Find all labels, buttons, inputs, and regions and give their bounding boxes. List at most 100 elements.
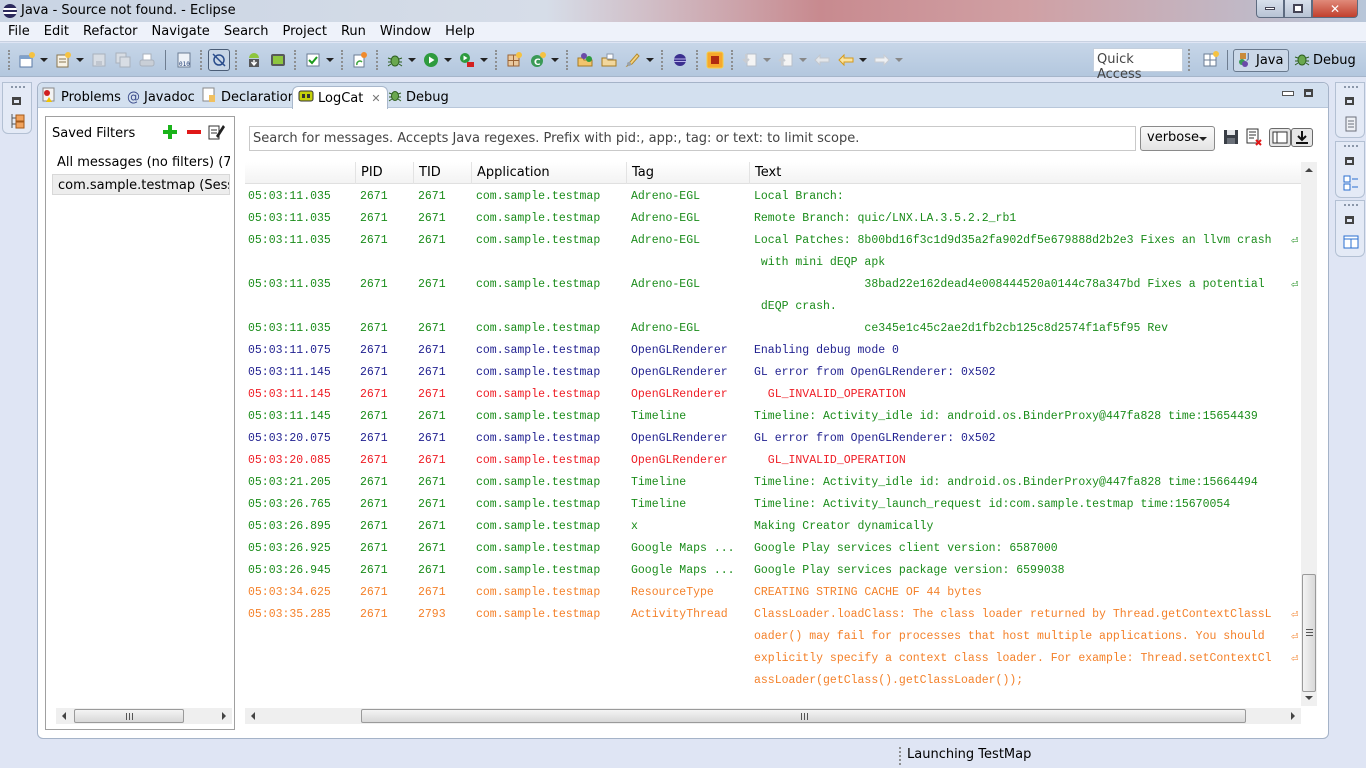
scroll-lock-icon[interactable] bbox=[1291, 128, 1313, 147]
terminate-icon[interactable] bbox=[704, 49, 726, 71]
column-tid[interactable]: TID bbox=[413, 162, 471, 184]
log-row[interactable]: 05:03:11.035 2671 2671 com.sample.testmap Ad… bbox=[245, 274, 1301, 296]
skip-breakpoints-icon[interactable] bbox=[208, 49, 230, 71]
open-type-icon[interactable] bbox=[574, 49, 596, 71]
android-avd-manager-icon[interactable] bbox=[267, 49, 289, 71]
tab-javadoc[interactable]: @ Javadoc bbox=[127, 86, 195, 108]
menu-run[interactable]: Run bbox=[334, 22, 373, 42]
log-row[interactable]: dEQP crash. bbox=[245, 296, 1301, 318]
restore-icon[interactable] bbox=[12, 97, 21, 105]
close-button[interactable]: ✕ bbox=[1312, 0, 1358, 18]
eclipse-marketplace-icon[interactable] bbox=[669, 49, 691, 71]
search-dropdown[interactable] bbox=[645, 50, 655, 70]
tab-problems[interactable]: Problems bbox=[41, 86, 121, 108]
scroll-right-arrow[interactable] bbox=[1291, 712, 1295, 720]
search-icon[interactable] bbox=[622, 49, 644, 71]
tab-declaration[interactable]: Declaration bbox=[201, 86, 296, 108]
log-search-input[interactable]: Search for messages. Accepts Java regexe… bbox=[249, 126, 1136, 151]
add-filter-icon[interactable] bbox=[163, 125, 177, 139]
menu-file[interactable]: File bbox=[0, 22, 37, 42]
clear-log-icon[interactable] bbox=[1245, 128, 1265, 148]
close-tab-icon[interactable]: ✕ bbox=[371, 92, 380, 105]
minimize-button[interactable] bbox=[1256, 0, 1284, 18]
filter-item-all-messages[interactable]: All messages (no filters) (728 bbox=[52, 152, 230, 173]
column-time[interactable] bbox=[245, 162, 355, 184]
run-dropdown[interactable] bbox=[443, 50, 453, 70]
drag-handle[interactable] bbox=[1344, 204, 1358, 206]
debug-icon[interactable] bbox=[384, 49, 406, 71]
log-row[interactable]: explicitly specify a context class loade… bbox=[245, 648, 1301, 670]
scrollbar-thumb[interactable] bbox=[361, 709, 1246, 723]
next-annotation-dropdown[interactable] bbox=[762, 50, 772, 70]
menu-help[interactable]: Help bbox=[438, 22, 482, 42]
log-row[interactable]: 05:03:11.075 2671 2671 com.sample.testmap Op… bbox=[245, 340, 1301, 362]
log-row[interactable]: 05:03:26.945 2671 2671 com.sample.testmap Go… bbox=[245, 560, 1301, 582]
log-row[interactable]: 05:03:11.145 2671 2671 com.sample.testmap Op… bbox=[245, 384, 1301, 406]
debug-perspective-button[interactable]: Debug bbox=[1294, 49, 1356, 72]
filters-horizontal-scrollbar[interactable] bbox=[56, 708, 232, 724]
log-row[interactable]: 05:03:34.625 2671 2671 com.sample.testmap Re… bbox=[245, 582, 1301, 604]
log-row[interactable]: 05:03:20.075 2671 2671 com.sample.testmap Op… bbox=[245, 428, 1301, 450]
column-application[interactable]: Application bbox=[471, 162, 626, 184]
open-perspective-icon[interactable] bbox=[1202, 50, 1222, 70]
filter-item-testmap[interactable]: com.sample.testmap (Sessio bbox=[52, 174, 230, 195]
column-pid[interactable]: PID bbox=[355, 162, 413, 184]
save-icon[interactable] bbox=[88, 49, 110, 71]
forward-icon[interactable] bbox=[871, 49, 893, 71]
log-row[interactable]: 05:03:20.085 2671 2671 com.sample.testmap Op… bbox=[245, 450, 1301, 472]
debug-dropdown[interactable] bbox=[407, 50, 417, 70]
remove-filter-icon[interactable] bbox=[187, 130, 201, 134]
previous-annotation-icon[interactable] bbox=[775, 49, 797, 71]
log-row[interactable]: with mini dEQP apk bbox=[245, 252, 1301, 274]
menu-edit[interactable]: Edit bbox=[37, 22, 76, 42]
maximize-button[interactable] bbox=[1284, 0, 1312, 18]
log-row[interactable]: 05:03:11.035 2671 2671 com.sample.testmap Ad… bbox=[245, 230, 1301, 252]
log-row[interactable]: 05:03:11.145 2671 2671 com.sample.testmap Op… bbox=[245, 362, 1301, 384]
scroll-right-arrow[interactable] bbox=[222, 712, 226, 720]
new-package-icon[interactable] bbox=[503, 49, 525, 71]
edit-filter-icon[interactable] bbox=[208, 123, 226, 141]
restore-icon[interactable] bbox=[1345, 216, 1354, 224]
scroll-left-arrow[interactable] bbox=[62, 712, 66, 720]
binary-file-icon[interactable]: 010 bbox=[173, 49, 195, 71]
forward-dropdown[interactable] bbox=[894, 50, 904, 70]
log-horizontal-scrollbar[interactable] bbox=[245, 708, 1301, 724]
drag-handle[interactable] bbox=[1344, 86, 1358, 88]
new-java-class-icon[interactable]: C bbox=[527, 49, 549, 71]
log-row[interactable]: 05:03:26.765 2671 2671 com.sample.testmap Ti… bbox=[245, 494, 1301, 516]
log-row[interactable]: oader() may fail for processes that host… bbox=[245, 626, 1301, 648]
new-wizard-dropdown[interactable] bbox=[39, 50, 49, 70]
new-android-project-icon[interactable] bbox=[349, 49, 371, 71]
lint-check-dropdown[interactable] bbox=[325, 50, 335, 70]
toggle-filters-pane-icon[interactable] bbox=[1269, 128, 1291, 147]
log-row[interactable]: 05:03:21.205 2671 2671 com.sample.testmap Ti… bbox=[245, 472, 1301, 494]
layout-view-icon[interactable] bbox=[1343, 234, 1359, 253]
hierarchy-view-icon[interactable] bbox=[10, 113, 26, 132]
previous-annotation-dropdown[interactable] bbox=[798, 50, 808, 70]
external-tools-dropdown[interactable] bbox=[479, 50, 489, 70]
log-row[interactable]: 05:03:11.145 2671 2671 com.sample.testmap Ti… bbox=[245, 406, 1301, 428]
android-sdk-manager-icon[interactable] bbox=[243, 49, 265, 71]
new-class-dropdown[interactable] bbox=[75, 50, 85, 70]
log-row[interactable]: 05:03:26.895 2671 2671 com.sample.testmap x M… bbox=[245, 516, 1301, 538]
lint-check-icon[interactable] bbox=[302, 49, 324, 71]
scroll-down-arrow[interactable] bbox=[1305, 696, 1313, 700]
log-row[interactable]: 05:03:11.035 2671 2671 com.sample.testmap Ad… bbox=[245, 318, 1301, 340]
log-row[interactable]: assLoader(getClass().getClassLoader()); bbox=[245, 670, 1301, 692]
back-icon[interactable] bbox=[835, 49, 857, 71]
log-row[interactable]: 05:03:26.925 2671 2671 com.sample.testmap Go… bbox=[245, 538, 1301, 560]
menu-project[interactable]: Project bbox=[275, 22, 333, 42]
drag-handle[interactable] bbox=[1344, 145, 1358, 147]
drag-handle[interactable] bbox=[11, 86, 25, 88]
back-dropdown[interactable] bbox=[858, 50, 868, 70]
log-row[interactable]: 05:03:35.285 2671 2793 com.sample.testmap Ac… bbox=[245, 604, 1301, 626]
scrollbar-thumb[interactable] bbox=[1302, 574, 1316, 692]
save-log-icon[interactable] bbox=[1222, 128, 1242, 148]
log-level-select[interactable]: verbose bbox=[1140, 126, 1215, 151]
new-class-icon[interactable] bbox=[52, 49, 74, 71]
last-edit-icon[interactable] bbox=[811, 49, 833, 71]
open-task-icon[interactable] bbox=[598, 49, 620, 71]
menu-refactor[interactable]: Refactor bbox=[76, 22, 145, 42]
menu-navigate[interactable]: Navigate bbox=[145, 22, 217, 42]
menu-window[interactable]: Window bbox=[373, 22, 438, 42]
